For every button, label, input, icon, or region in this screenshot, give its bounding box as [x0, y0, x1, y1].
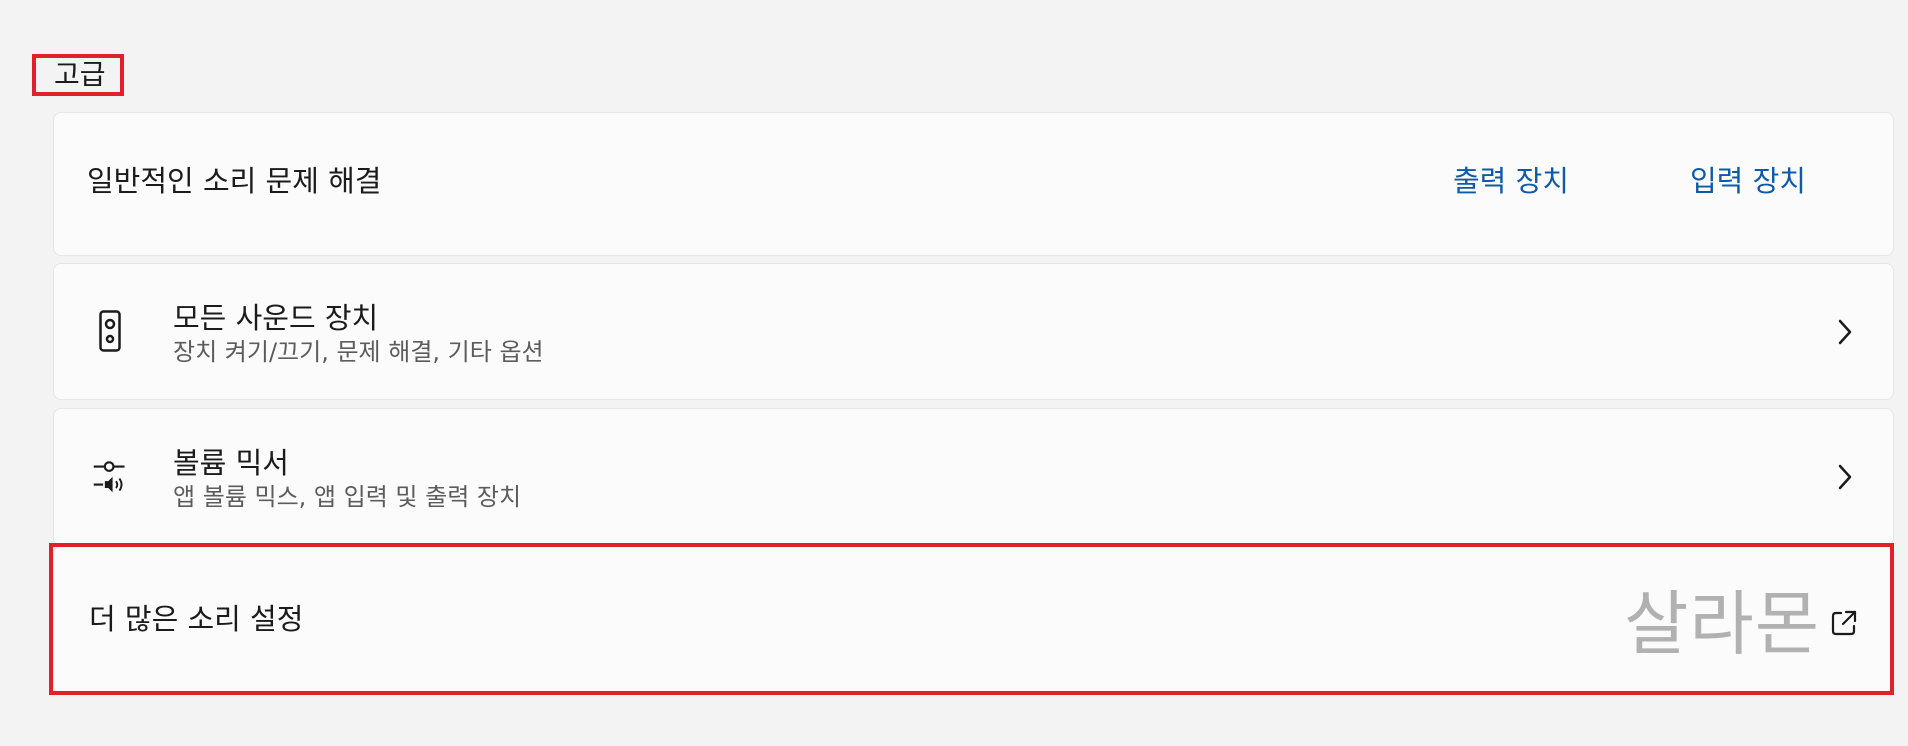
output-device-link[interactable]: 출력 장치	[1453, 163, 1569, 199]
troubleshoot-card: 일반적인 소리 문제 해결 출력 장치 입력 장치	[53, 112, 1894, 256]
chevron-right-icon	[1835, 459, 1855, 495]
section-title: 고급	[32, 54, 124, 96]
all-sound-devices-title: 모든 사운드 장치	[173, 301, 379, 335]
external-link-icon	[1830, 609, 1858, 637]
watermark-text: 살라몬	[1624, 583, 1821, 665]
chevron-right-icon	[1835, 314, 1855, 350]
volume-mixer-icon	[92, 452, 128, 500]
section-title-text: 고급	[54, 58, 106, 91]
all-sound-devices-subtitle: 장치 켜기/끄기, 문제 해결, 기타 옵션	[173, 338, 544, 366]
more-sound-settings-label: 더 많은 소리 설정	[89, 602, 304, 636]
input-device-link[interactable]: 입력 장치	[1690, 163, 1806, 199]
volume-mixer-subtitle: 앱 볼륨 믹스, 앱 입력 및 출력 장치	[173, 483, 522, 511]
volume-mixer-title: 볼륨 믹서	[173, 446, 289, 480]
all-sound-devices-row[interactable]: 모든 사운드 장치 장치 켜기/끄기, 문제 해결, 기타 옵션	[53, 263, 1894, 400]
troubleshoot-label: 일반적인 소리 문제 해결	[87, 164, 382, 198]
volume-mixer-row[interactable]: 볼륨 믹서 앱 볼륨 믹스, 앱 입력 및 출력 장치	[53, 408, 1894, 546]
more-sound-settings-row[interactable]: 더 많은 소리 설정 살라몬	[53, 546, 1894, 694]
speaker-icon	[92, 307, 128, 355]
